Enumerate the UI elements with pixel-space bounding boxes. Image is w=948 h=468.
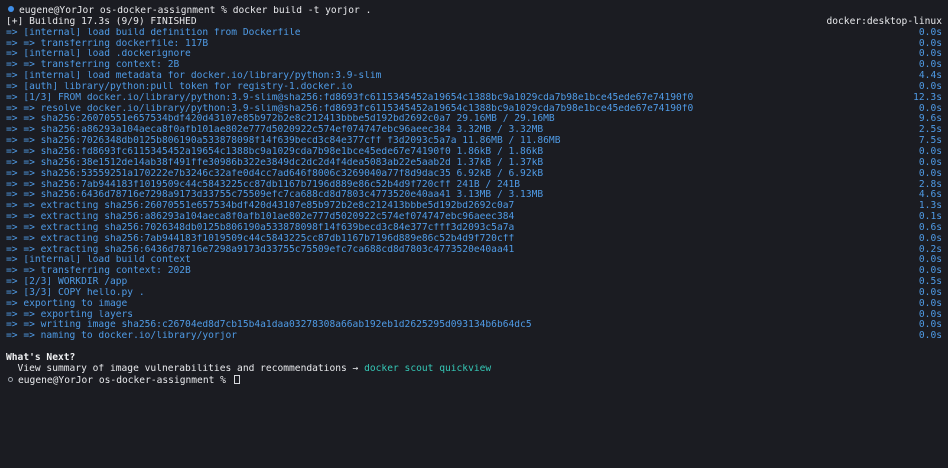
build-step-row: => exporting to image 0.0s — [6, 297, 942, 310]
build-step-text: => [auth] library/python:pull token for … — [6, 81, 353, 92]
build-step-text: => => transferring context: 2B — [6, 60, 180, 71]
build-step-text: => [internal] load build definition from… — [6, 27, 301, 38]
build-step-row: => [1/3] FROM docker.io/library/python:3… — [6, 91, 942, 104]
build-step-text: => exporting to image — [6, 298, 128, 309]
final-prompt-line[interactable]: eugene@YorJor os-docker-assignment % — [6, 374, 942, 386]
build-step-text: => => extracting sha256:7026348db0125b80… — [6, 222, 515, 233]
build-step-row: => => extracting sha256:26070551e657534b… — [6, 200, 942, 212]
build-step-text: => [internal] load build context — [6, 255, 191, 266]
whats-next-heading: What's Next? — [6, 353, 76, 363]
build-step-row: => => extracting sha256:6436d78716e7298a… — [6, 244, 942, 256]
build-step-row: => => sha256:26070551e657534bdf420d43107… — [6, 114, 942, 125]
build-step-row: => => transferring context: 2B 0.0s — [6, 59, 942, 71]
build-step-text: => [internal] load .dockerignore — [6, 49, 191, 60]
build-step-row: => => resolve docker.io/library/python:3… — [6, 103, 942, 115]
build-step-text: => [2/3] WORKDIR /app — [6, 277, 128, 288]
build-step-row: => => extracting sha256:7ab944183f101950… — [6, 232, 942, 245]
build-step-row: => => sha256:7026348db0125b806190a533878… — [6, 135, 942, 147]
terminal-window[interactable]: eugene@YorJor os-docker-assignment % doc… — [0, 0, 948, 468]
build-step-text: => => sha256:7ab944183f1019509c44c584322… — [6, 179, 521, 190]
build-step-text: => => writing image sha256:c26704ed8d7cb… — [6, 320, 532, 331]
build-step-row: => [internal] load metadata for docker.i… — [6, 70, 942, 82]
build-step-duration: 0.0s — [918, 330, 942, 342]
build-step-row: => [3/3] COPY hello.py . 0.0s — [6, 287, 942, 299]
build-step-row: => => sha256:a86293a104aeca8f0afb101ae80… — [6, 124, 942, 136]
build-step-duration: 0.0s — [918, 297, 942, 309]
build-step-text: => => extracting sha256:7ab944183f101950… — [6, 233, 515, 244]
build-step-text: => => extracting sha256:26070551e657534b… — [6, 201, 515, 212]
build-step-text: => => naming to docker.io/library/yorjor — [6, 331, 238, 342]
build-step-row: => => sha256:6436d78716e7298a9173d33755c… — [6, 189, 942, 201]
build-step-text: => => transferring dockerfile: 117B — [6, 38, 209, 49]
build-step-row: => [internal] load build context 0.0s — [6, 255, 942, 266]
text-cursor-icon — [233, 374, 240, 384]
build-step-row: => => sha256:7ab944183f1019509c44c584322… — [6, 179, 942, 191]
build-step-row: => => sha256:fd8693fc6115345452a19654c13… — [6, 146, 942, 158]
prompt-status-dot-icon — [8, 6, 14, 12]
build-step-text: => [internal] load metadata for docker.i… — [6, 71, 382, 82]
final-prompt: eugene@YorJor os-docker-assignment % — [18, 374, 232, 386]
build-step-text: => => extracting sha256:a86293a104aeca8f… — [6, 212, 515, 223]
build-step-row: => => naming to docker.io/library/yorjor… — [6, 330, 942, 342]
build-step-row: => [auth] library/python:pull token for … — [6, 81, 942, 93]
build-step-duration: 0.0s — [918, 232, 942, 244]
build-step-text: => => sha256:7026348db0125b806190a533878… — [6, 136, 561, 147]
build-step-row: => [2/3] WORKDIR /app 0.5s — [6, 276, 942, 288]
whats-next-summary: View summary of image vulnerabilities an… — [6, 364, 942, 375]
command-text: docker build -t yorjor . — [232, 6, 372, 16]
build-step-row: => => sha256:38e1512de14ab38f491ffe30986… — [6, 157, 942, 169]
build-step-row: => => transferring dockerfile: 117B 0.0s — [6, 38, 942, 50]
build-step-row: => => transferring context: 202B 0.0s — [6, 265, 942, 277]
build-step-text: => => sha256:a86293a104aeca8f0afb101ae80… — [6, 125, 544, 136]
build-step-row: => [internal] load build definition from… — [6, 26, 942, 39]
build-step-text: => => sha256:53559251a170222e7b3246c32af… — [6, 168, 544, 179]
build-step-text: => => exporting layers — [6, 309, 134, 320]
build-step-row: => => extracting sha256:a86293a104aeca8f… — [6, 211, 942, 223]
build-step-text: => [1/3] FROM docker.io/library/python:3… — [6, 92, 694, 103]
command-prompt: eugene@YorJor os-docker-assignment % — [19, 6, 233, 16]
build-step-text: => [3/3] COPY hello.py . — [6, 287, 145, 298]
build-step-text: => => transferring context: 202B — [6, 266, 191, 277]
build-step-text: => => sha256:fd8693fc6115345452a19654c13… — [6, 146, 544, 157]
build-step-text: => => sha256:38e1512de14ab38f491ffe30986… — [6, 157, 544, 168]
build-step-duration: 0.0s — [918, 167, 942, 179]
build-step-row: => => extracting sha256:7026348db0125b80… — [6, 222, 942, 234]
build-step-list: => [internal] load build definition from… — [6, 26, 942, 342]
build-header: [+] Building 17.3s (9/9) FINISHED docker… — [6, 16, 942, 28]
build-step-text: => => sha256:26070551e657534bdf420d43107… — [6, 114, 555, 125]
build-step-row: => [internal] load .dockerignore 0.0s — [6, 49, 942, 60]
build-step-duration: 0.0s — [918, 26, 942, 38]
command-line: eugene@YorJor os-docker-assignment % doc… — [6, 6, 942, 17]
prompt-idle-dot-icon — [8, 376, 13, 382]
build-step-text: => => extracting sha256:6436d78716e7298a… — [6, 244, 515, 255]
build-step-duration: 12.3s — [913, 91, 942, 103]
build-step-row: => => writing image sha256:c26704ed8d7cb… — [6, 320, 942, 331]
scout-quickview-command[interactable]: docker scout quickview — [364, 364, 491, 374]
summary-text: View summary of image vulnerabilities an… — [6, 363, 365, 374]
build-step-text: => => resolve docker.io/library/python:3… — [6, 103, 694, 114]
build-step-row: => => sha256:53559251a170222e7b3246c32af… — [6, 167, 942, 180]
build-status: [+] Building 17.3s (9/9) FINISHED — [6, 16, 197, 27]
build-step-row: => => exporting layers 0.0s — [6, 309, 942, 321]
build-step-text: => => sha256:6436d78716e7298a9173d33755c… — [6, 190, 544, 201]
